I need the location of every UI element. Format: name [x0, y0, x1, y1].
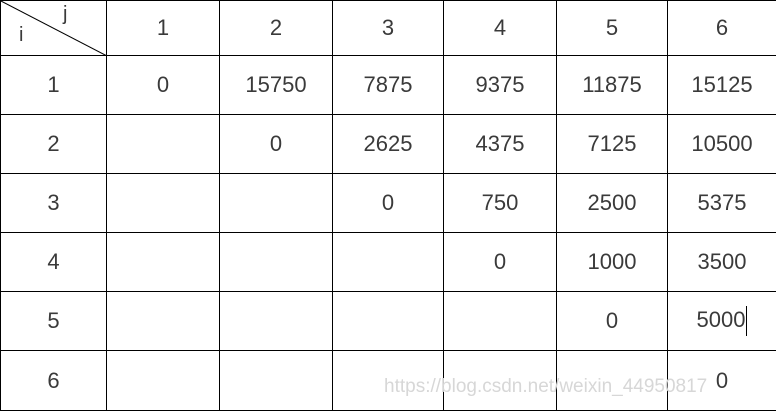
table-cell: 7875 — [332, 55, 444, 115]
table-cell — [106, 350, 220, 411]
table-cell: 2500 — [556, 173, 668, 233]
row-index-label: i — [19, 24, 24, 46]
row-header: 3 — [0, 173, 107, 233]
table-cell: 0 — [219, 114, 333, 174]
table-cell: 10500 — [667, 114, 776, 174]
table-cell: 0 — [443, 232, 557, 292]
table-row: 3 0 750 2500 5375 — [0, 173, 776, 233]
table-cell-editing[interactable]: 5000 — [667, 291, 776, 351]
row-header: 5 — [0, 291, 107, 351]
column-header: 5 — [556, 0, 668, 56]
row-header: 1 — [0, 55, 107, 115]
table-cell — [106, 291, 220, 351]
table-row: 1 0 15750 7875 9375 11875 15125 — [0, 55, 776, 115]
table-row: 6 0 — [0, 350, 776, 411]
table-cell: 11875 — [556, 55, 668, 115]
table-row: 4 0 1000 3500 — [0, 232, 776, 292]
table-cell — [219, 232, 333, 292]
column-header: 2 — [219, 0, 333, 56]
cell-value: 5000 — [696, 306, 746, 332]
matrix-table: i j 1 2 3 4 5 6 1 0 15750 7875 9375 1187… — [0, 0, 776, 411]
table-cell — [106, 114, 220, 174]
header-row: i j 1 2 3 4 5 6 — [0, 0, 776, 56]
row-header: 6 — [0, 350, 107, 411]
row-header: 2 — [0, 114, 107, 174]
diagonal-divider — [1, 1, 106, 55]
table-cell — [332, 291, 444, 351]
text-cursor — [746, 306, 748, 336]
column-header: 6 — [667, 0, 776, 56]
table-row: 2 0 2625 4375 7125 10500 — [0, 114, 776, 174]
table-cell: 5375 — [667, 173, 776, 233]
table-row: 5 0 5000 — [0, 291, 776, 351]
table-cell — [556, 350, 668, 411]
table-cell — [332, 232, 444, 292]
table-cell: 0 — [556, 291, 668, 351]
table-cell — [219, 291, 333, 351]
corner-cell: i j — [0, 0, 107, 56]
table-cell — [106, 232, 220, 292]
column-header: 4 — [443, 0, 557, 56]
table-cell: 750 — [443, 173, 557, 233]
table-cell — [443, 350, 557, 411]
table-cell — [332, 350, 444, 411]
table-cell: 0 — [332, 173, 444, 233]
table-cell: 9375 — [443, 55, 557, 115]
table-cell — [219, 350, 333, 411]
table-cell: 7125 — [556, 114, 668, 174]
column-header: 1 — [106, 0, 220, 56]
table-cell — [106, 173, 220, 233]
table-cell: 15750 — [219, 55, 333, 115]
table-cell: 2625 — [332, 114, 444, 174]
column-index-label: j — [63, 3, 68, 25]
matrix-table-container: i j 1 2 3 4 5 6 1 0 15750 7875 9375 1187… — [0, 0, 776, 411]
table-cell — [443, 291, 557, 351]
table-cell: 0 — [667, 350, 776, 411]
table-cell: 0 — [106, 55, 220, 115]
column-header: 3 — [332, 0, 444, 56]
table-cell: 15125 — [667, 55, 776, 115]
table-cell: 1000 — [556, 232, 668, 292]
table-cell — [219, 173, 333, 233]
table-cell: 4375 — [443, 114, 557, 174]
table-cell: 3500 — [667, 232, 776, 292]
row-header: 4 — [0, 232, 107, 292]
